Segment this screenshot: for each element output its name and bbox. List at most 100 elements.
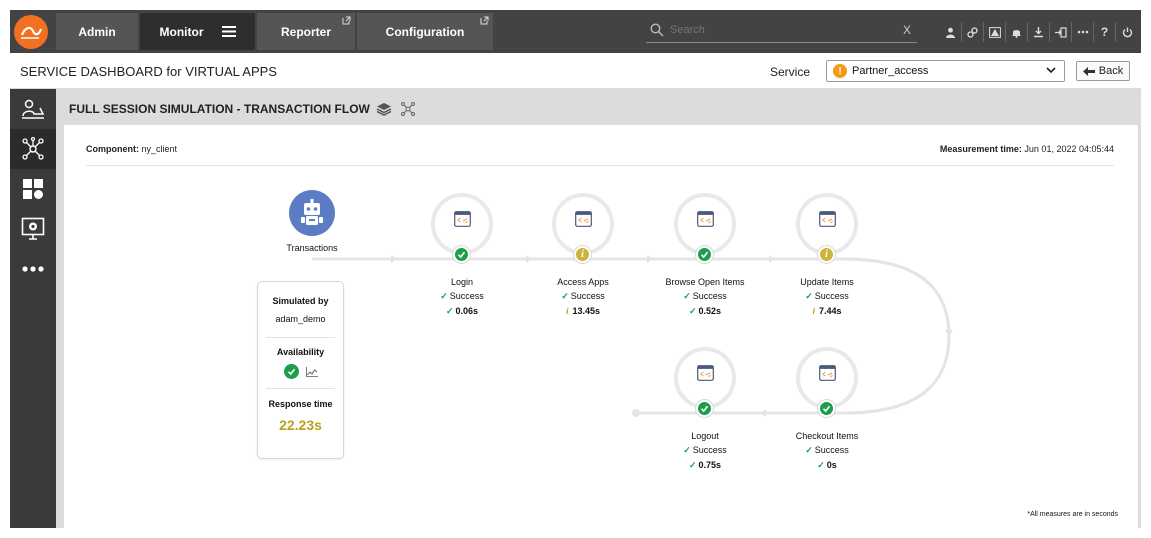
help-icon[interactable]: ?: [1094, 22, 1116, 42]
bell-icon[interactable]: [1006, 22, 1028, 42]
dashboard-header: SERVICE DASHBOARD for VIRTUAL APPS Servi…: [10, 53, 1141, 89]
availability-ok-icon: [283, 364, 299, 379]
nav-monitor[interactable]: Monitor: [140, 13, 255, 50]
step-access-apps-details: Access Apps ✓ Success i 13.45s: [538, 277, 628, 316]
main-content: FULL SESSION SIMULATION - TRANSACTION FL…: [56, 89, 1141, 528]
app-window: Admin Monitor Reporter Configuration Sea…: [10, 10, 1141, 528]
info-icon: i: [818, 246, 835, 263]
step-time: ✓ 0s: [817, 460, 837, 470]
step-status: ✓ Success: [683, 445, 727, 455]
step-login-details: Login ✓ Success ✓ 0.06s: [417, 277, 507, 317]
robot-icon: [301, 199, 323, 225]
section-title: FULL SESSION SIMULATION - TRANSACTION FL…: [69, 101, 416, 117]
power-icon[interactable]: [1116, 22, 1138, 42]
trend-chart-icon[interactable]: [305, 366, 318, 377]
nav-configuration[interactable]: Configuration: [357, 13, 493, 50]
search-clear-button[interactable]: X: [903, 23, 911, 37]
layers-icon[interactable]: [376, 102, 392, 116]
app-window-icon: [819, 211, 836, 227]
user-icon[interactable]: [940, 22, 962, 42]
simulation-summary-card: Simulated by adam_demo Availability Resp…: [257, 281, 344, 459]
app-window-icon: [819, 365, 836, 381]
section-title-text: FULL SESSION SIMULATION - TRANSACTION FL…: [69, 102, 370, 116]
success-check-icon: [818, 400, 835, 417]
step-status-text: Success: [449, 291, 484, 301]
nav-admin[interactable]: Admin: [56, 13, 138, 50]
footnote: *All measures are in seconds: [1027, 511, 1118, 518]
app-window-icon: [575, 211, 592, 227]
nav-reporter[interactable]: Reporter: [257, 13, 355, 50]
step-update-items-details: Update Items ✓ Success i 7.44s: [782, 277, 872, 316]
transactions-robot-avatar[interactable]: [289, 190, 335, 236]
app-window-icon: [697, 211, 714, 227]
response-time-label: Response time: [268, 399, 333, 409]
alert-icon[interactable]: [984, 22, 1006, 42]
step-browse-open-items-details: Browse Open Items ✓ Success ✓ 0.52s: [660, 277, 750, 317]
step-time-text: 0.75s: [698, 460, 722, 470]
service-select[interactable]: ! Partner_access: [826, 60, 1065, 82]
back-arrow-icon: [1082, 66, 1095, 76]
search-input[interactable]: [670, 24, 890, 36]
back-button[interactable]: Back: [1076, 61, 1130, 81]
step-status-text: Success: [692, 291, 727, 301]
nav-reporter-label: Reporter: [280, 24, 331, 39]
success-check-icon: [696, 246, 713, 263]
response-time-value: 22.23s: [279, 417, 322, 433]
more-icon[interactable]: [1072, 22, 1094, 42]
search-icon: [650, 23, 664, 37]
success-check-icon: [453, 246, 470, 263]
link-icon[interactable]: [962, 22, 984, 42]
monitor-settings-icon: [21, 217, 45, 240]
step-status: ✓ Success: [805, 291, 849, 301]
summary-divider: [266, 388, 335, 389]
simulated-by-value: adam_demo: [275, 314, 326, 324]
sidebar-item-dashboard[interactable]: [10, 169, 56, 209]
step-status-text: Success: [814, 291, 849, 301]
sidebar-item-user-desk[interactable]: [10, 89, 56, 129]
external-link-icon: [480, 16, 489, 25]
step-status: ✓ Success: [440, 291, 484, 301]
service-label: Service: [770, 65, 811, 79]
more-dots-icon: [22, 266, 44, 272]
search-bar: X: [646, 18, 917, 43]
simulated-by-label: Simulated by: [272, 296, 329, 306]
download-icon[interactable]: [1028, 22, 1050, 42]
sidebar-item-topology[interactable]: [10, 129, 56, 169]
info-icon: i: [574, 246, 591, 263]
step-status: ✓ Success: [683, 291, 727, 301]
app-window-icon: [697, 365, 714, 381]
step-time: ✓ 0.06s: [445, 306, 479, 316]
step-name: Update Items: [800, 277, 854, 287]
app-logo[interactable]: [14, 15, 48, 49]
success-check-icon: [696, 400, 713, 417]
step-status-text: Success: [570, 291, 605, 301]
step-time: ✓ 0.75s: [688, 460, 722, 470]
transaction-flow-panel: Component: ny_client Measurement time: J…: [64, 125, 1138, 528]
back-button-label: Back: [1098, 65, 1124, 77]
topology-view-icon[interactable]: [400, 101, 416, 117]
top-toolbar-icons: ?: [940, 22, 1138, 42]
step-name: Login: [450, 277, 474, 287]
sidebar-item-more[interactable]: [10, 249, 56, 289]
nav-configuration-label: Configuration: [385, 24, 465, 39]
topology-icon: [22, 137, 44, 160]
step-time: i 13.45s: [565, 306, 601, 316]
sign-in-icon[interactable]: [1050, 22, 1072, 42]
step-status: ✓ Success: [805, 445, 849, 455]
hamburger-menu-icon[interactable]: [221, 26, 236, 37]
service-select-value: Partner_access: [852, 65, 929, 77]
user-desk-icon: [22, 99, 45, 119]
logo-icon: [20, 26, 43, 39]
step-status: ✓ Success: [561, 291, 605, 301]
step-time-text: 13.45s: [572, 306, 601, 316]
step-checkout-items-details: Checkout Items ✓ Success ✓ 0s: [782, 431, 872, 471]
sidebar-item-monitor-settings[interactable]: [10, 209, 56, 249]
summary-divider: [266, 337, 335, 338]
availability-label: Availability: [276, 347, 325, 357]
step-name: Logout: [691, 431, 719, 441]
step-time-text: 0.52s: [698, 306, 722, 316]
step-time-text: 0s: [826, 460, 837, 470]
dashboard-tiles-icon: [23, 179, 43, 199]
step-time: ✓ 0.52s: [688, 306, 722, 316]
step-time: i 7.44s: [812, 306, 842, 316]
